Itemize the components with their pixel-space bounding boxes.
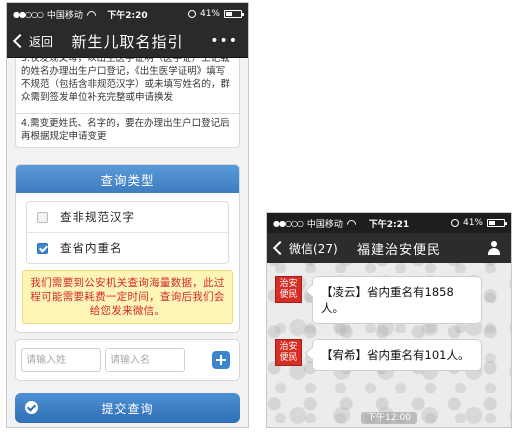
avatar-seal[interactable]: 治安便民 [275, 276, 302, 303]
query-type-header: 查询类型 [16, 165, 239, 193]
carrier-label: 中国移动 [46, 10, 83, 21]
divider [16, 113, 239, 114]
battery-icon [487, 219, 507, 227]
battery-percent: 41% [462, 218, 483, 228]
instructions-box: 3.仅发现父母，以出生医学证明（医学证）上记载的姓名办理出生户口登记，《出生医学… [15, 58, 240, 148]
timestamp-label: 下午12:00 [361, 412, 417, 424]
avatar-seal[interactable]: 治安便民 [275, 339, 302, 366]
back-button[interactable]: 微信(27) [267, 240, 338, 257]
chat-timestamp: 下午12:00 [267, 405, 511, 424]
right-phone-screen: ●●○○○ 中国移动 下午2:21 41% 微信(27) 福建治安便民 治安便民… [266, 212, 512, 428]
checkbox-icon[interactable] [37, 211, 48, 223]
back-label: 微信(27) [289, 241, 338, 256]
alarm-icon [187, 10, 196, 18]
battery-percent: 41% [199, 9, 220, 19]
chevron-left-icon [12, 33, 28, 49]
option-nonstandard-chars[interactable]: 查非规范汉字 [27, 202, 228, 232]
wifi-icon [347, 220, 356, 227]
more-menu-icon[interactable]: ••• [210, 33, 248, 49]
submit-query-button[interactable]: 提交查询 [15, 393, 240, 423]
battery-icon [224, 10, 244, 18]
left-phone-screen: ●●○○○ 中国移动 下午2:20 41% 返回 新生儿取名指引 ••• 3.仅… [6, 2, 249, 428]
notice-warning: 我们需要到公安机关查询海量数据，此过程可能需要耗费一定时间，查询后我们会给您发来… [22, 270, 233, 324]
surname-input[interactable] [21, 348, 101, 372]
query-options: 查非规范汉字 查省内重名 [26, 201, 229, 264]
alarm-icon [450, 219, 459, 227]
back-label: 返回 [29, 34, 54, 49]
instruction-item-4: 4.需变更姓氏、名字的，要在办理出生户口登记后再根据规定申请变更 [21, 118, 230, 142]
signal-icon: ●●○○○ [13, 9, 44, 19]
status-bar: ●●○○○ 中国移动 下午2:20 41% [7, 3, 248, 25]
name-input-row [15, 339, 240, 381]
wifi-icon [87, 11, 96, 18]
user-profile-icon[interactable] [487, 241, 501, 255]
submit-label: 提交查询 [101, 401, 154, 416]
chevron-left-icon [272, 240, 288, 256]
back-button[interactable]: 返回 [7, 33, 53, 50]
given-name-input[interactable] [105, 348, 185, 372]
query-type-card: 查询类型 查非规范汉字 查省内重名 我们需要到公安机关查询海量数据，此过程可能需… [15, 164, 240, 333]
status-bar: ●●○○○ 中国移动 下午2:21 41% [267, 213, 511, 233]
checkbox-checked-icon[interactable] [37, 242, 48, 254]
option-duplicate-names[interactable]: 查省内重名 [27, 232, 228, 263]
check-circle-icon [25, 401, 38, 414]
message-bubble[interactable]: 【宥希】省内重名有101人。 [312, 339, 482, 371]
message-bubble[interactable]: 【凌云】省内重名有1858人。 [312, 276, 482, 324]
add-name-button[interactable] [212, 351, 230, 369]
instruction-item-3: 3.仅发现父母，以出生医学证明（医学证）上记载的姓名办理出生户口登记，《出生医学… [21, 58, 231, 103]
nav-bar: 返回 新生儿取名指引 ••• [7, 25, 248, 58]
chat-message: 治安便民 【宥希】省内重名有101人。 [275, 339, 482, 371]
nav-bar: 微信(27) 福建治安便民 [267, 233, 511, 263]
carrier-label: 中国移动 [306, 219, 343, 230]
chat-message: 治安便民 【凌云】省内重名有1858人。 [275, 276, 482, 324]
option-label: 查省内重名 [60, 241, 123, 255]
option-label: 查非规范汉字 [60, 210, 135, 224]
signal-icon: ●●○○○ [273, 218, 304, 228]
